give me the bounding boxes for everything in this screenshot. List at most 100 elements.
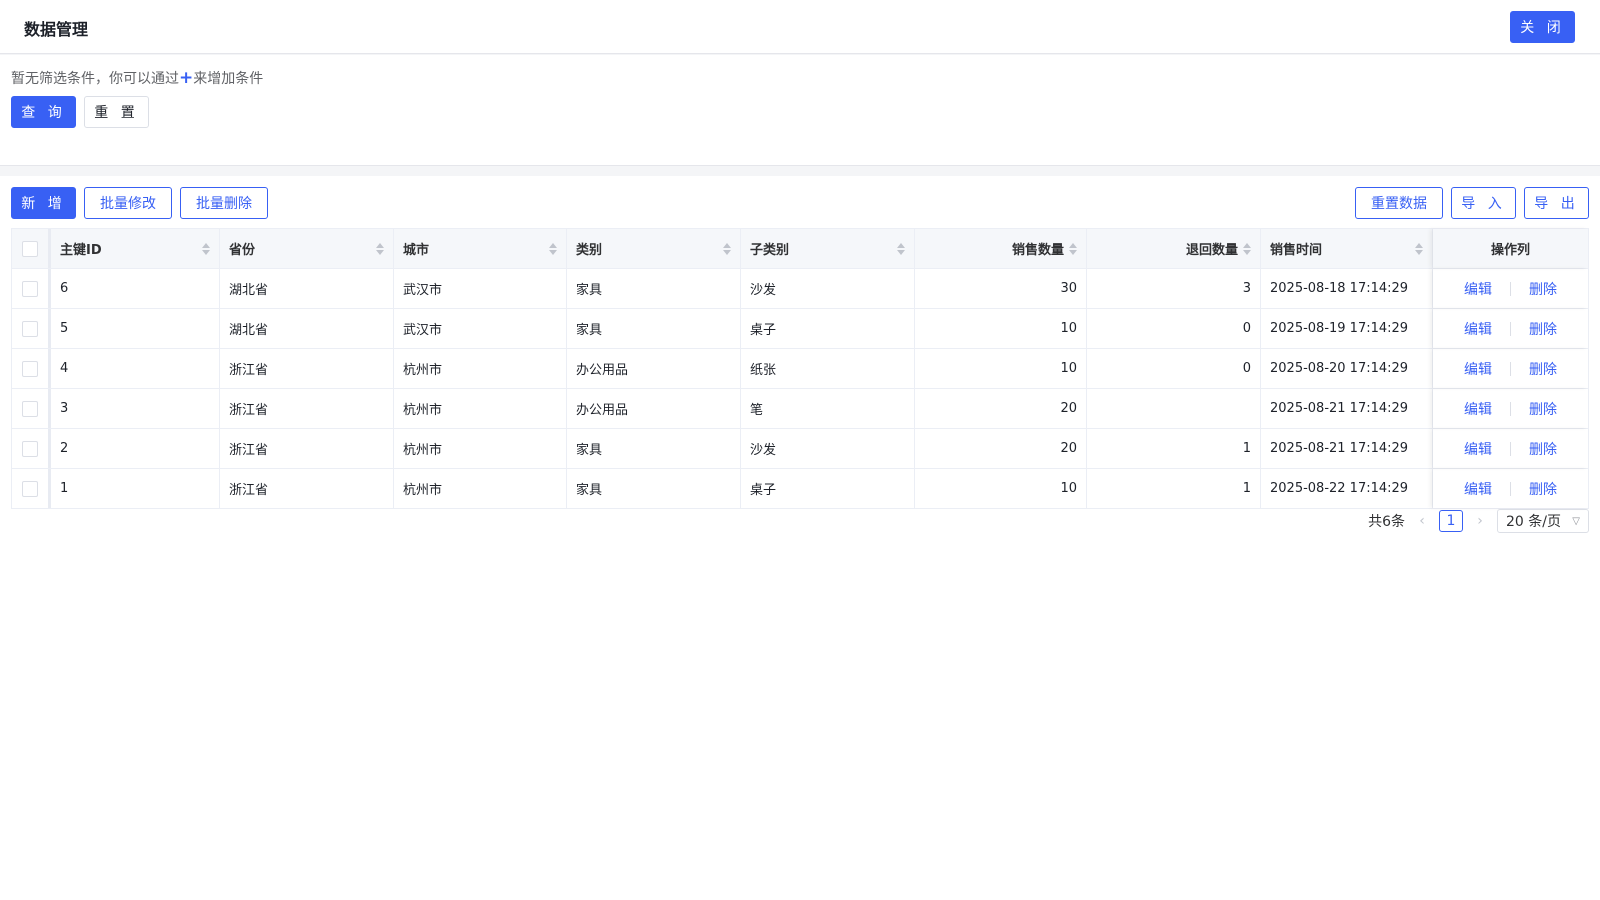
cell-operations: 编辑 删除 — [1433, 389, 1588, 428]
column-header-province[interactable]: 省份 — [220, 229, 394, 268]
total-count: 共6条 — [1368, 514, 1405, 530]
page-header: 数据管理 关 闭 — [0, 0, 1600, 54]
divider — [1510, 481, 1511, 496]
sort-icon[interactable] — [549, 242, 557, 256]
column-header-label: 退回数量 — [1185, 243, 1238, 258]
cell-sales-time: 2025-08-19 17:14:29 — [1261, 309, 1433, 348]
row-checkbox[interactable] — [22, 320, 38, 337]
cell-city: 武汉市 — [394, 269, 567, 308]
cell-sales-qty: 20 — [915, 389, 1087, 428]
row-checkbox[interactable] — [22, 280, 38, 297]
row-select-cell — [12, 429, 48, 468]
delete-link[interactable]: 删除 — [1529, 279, 1557, 299]
cell-category: 家具 — [567, 469, 741, 508]
row-checkbox[interactable] — [22, 360, 38, 377]
edit-link[interactable]: 编辑 — [1464, 479, 1492, 499]
filter-panel: 暂无筛选条件，你可以通过+来增加条件 查 询 重 置 — [0, 55, 1600, 166]
delete-link[interactable]: 删除 — [1529, 399, 1557, 419]
select-all-checkbox[interactable] — [22, 240, 38, 257]
cell-id: 3 — [48, 389, 220, 428]
column-header-label: 省份 — [229, 243, 256, 258]
prev-page-icon[interactable]: ‹ — [1415, 513, 1429, 529]
page-number[interactable]: 1 — [1439, 510, 1463, 532]
page-size-value: 20 条/页 — [1506, 514, 1561, 530]
cell-id: 1 — [48, 469, 220, 508]
table-header-row: 主键ID 省份 城市 类别 子类别 销售数量 退回数量 销售时间 操作列 — [12, 229, 1588, 269]
sort-icon[interactable] — [897, 242, 905, 256]
chevron-down-icon: ▽ — [1572, 515, 1580, 527]
page-size-select[interactable]: 20 条/页 ▽ — [1497, 509, 1589, 533]
cell-province: 浙江省 — [220, 429, 394, 468]
query-button[interactable]: 查 询 — [11, 96, 76, 128]
cell-category: 家具 — [567, 429, 741, 468]
column-header-operations: 操作列 — [1433, 229, 1588, 268]
column-header-city[interactable]: 城市 — [394, 229, 567, 268]
row-checkbox[interactable] — [22, 400, 38, 417]
cell-id: 4 — [48, 349, 220, 388]
add-button[interactable]: 新 增 — [11, 187, 76, 219]
sort-icon[interactable] — [376, 242, 384, 256]
column-header-return-qty[interactable]: 退回数量 — [1087, 229, 1261, 268]
cell-id: 2 — [48, 429, 220, 468]
cell-category: 办公用品 — [567, 389, 741, 428]
divider — [1510, 441, 1511, 456]
cell-sales-qty: 30 — [915, 269, 1087, 308]
column-header-label: 城市 — [403, 243, 430, 258]
next-page-icon[interactable]: › — [1473, 513, 1487, 529]
cell-operations: 编辑 删除 — [1433, 429, 1588, 468]
cell-sales-time: 2025-08-18 17:14:29 — [1261, 269, 1433, 308]
row-select-cell — [12, 269, 48, 308]
batch-edit-button[interactable]: 批量修改 — [84, 187, 172, 219]
cell-city: 杭州市 — [394, 389, 567, 428]
page-title: 数据管理 — [24, 20, 89, 39]
delete-link[interactable]: 删除 — [1529, 479, 1557, 499]
delete-link[interactable]: 删除 — [1529, 319, 1557, 339]
reset-data-button[interactable]: 重置数据 — [1355, 187, 1443, 219]
edit-link[interactable]: 编辑 — [1464, 279, 1492, 299]
divider — [1510, 321, 1511, 336]
row-select-cell — [12, 389, 48, 428]
sort-icon[interactable] — [1069, 242, 1077, 256]
select-all-cell — [12, 229, 48, 268]
cell-return-qty: 3 — [1087, 269, 1261, 308]
column-header-label: 销售时间 — [1270, 243, 1323, 258]
divider — [1510, 281, 1511, 296]
delete-link[interactable]: 删除 — [1529, 439, 1557, 459]
cell-operations: 编辑 删除 — [1433, 469, 1588, 508]
cell-province: 浙江省 — [220, 349, 394, 388]
column-header-sales-time[interactable]: 销售时间 — [1261, 229, 1433, 268]
import-button[interactable]: 导 入 — [1451, 187, 1516, 219]
delete-link[interactable]: 删除 — [1529, 359, 1557, 379]
edit-link[interactable]: 编辑 — [1464, 319, 1492, 339]
batch-delete-button[interactable]: 批量删除 — [180, 187, 268, 219]
cell-province: 浙江省 — [220, 389, 394, 428]
column-header-subcategory[interactable]: 子类别 — [741, 229, 915, 268]
cell-city: 杭州市 — [394, 349, 567, 388]
cell-return-qty — [1087, 389, 1261, 428]
row-checkbox[interactable] — [22, 480, 38, 497]
sort-icon[interactable] — [1415, 242, 1423, 256]
sort-icon[interactable] — [1243, 242, 1251, 256]
sort-icon[interactable] — [202, 242, 210, 256]
column-header-category[interactable]: 类别 — [567, 229, 741, 268]
table-row: 6 湖北省 武汉市 家具 沙发 30 3 2025-08-18 17:14:29… — [12, 269, 1588, 309]
edit-link[interactable]: 编辑 — [1464, 399, 1492, 419]
cell-city: 武汉市 — [394, 309, 567, 348]
sort-icon[interactable] — [723, 242, 731, 256]
export-button[interactable]: 导 出 — [1524, 187, 1589, 219]
edit-link[interactable]: 编辑 — [1464, 439, 1492, 459]
close-button[interactable]: 关 闭 — [1510, 11, 1575, 43]
cell-sales-time: 2025-08-20 17:14:29 — [1261, 349, 1433, 388]
row-checkbox[interactable] — [22, 440, 38, 457]
cell-subcategory: 桌子 — [741, 469, 915, 508]
filter-hint-text-after: 来增加条件 — [193, 71, 264, 87]
add-condition-icon[interactable]: + — [179, 68, 193, 88]
reset-button[interactable]: 重 置 — [84, 96, 149, 128]
cell-subcategory: 纸张 — [741, 349, 915, 388]
edit-link[interactable]: 编辑 — [1464, 359, 1492, 379]
cell-category: 家具 — [567, 269, 741, 308]
cell-return-qty: 1 — [1087, 429, 1261, 468]
column-header-id[interactable]: 主键ID — [48, 229, 220, 268]
column-header-sales-qty[interactable]: 销售数量 — [915, 229, 1087, 268]
filter-hint-text-before: 暂无筛选条件，你可以通过 — [11, 71, 179, 87]
